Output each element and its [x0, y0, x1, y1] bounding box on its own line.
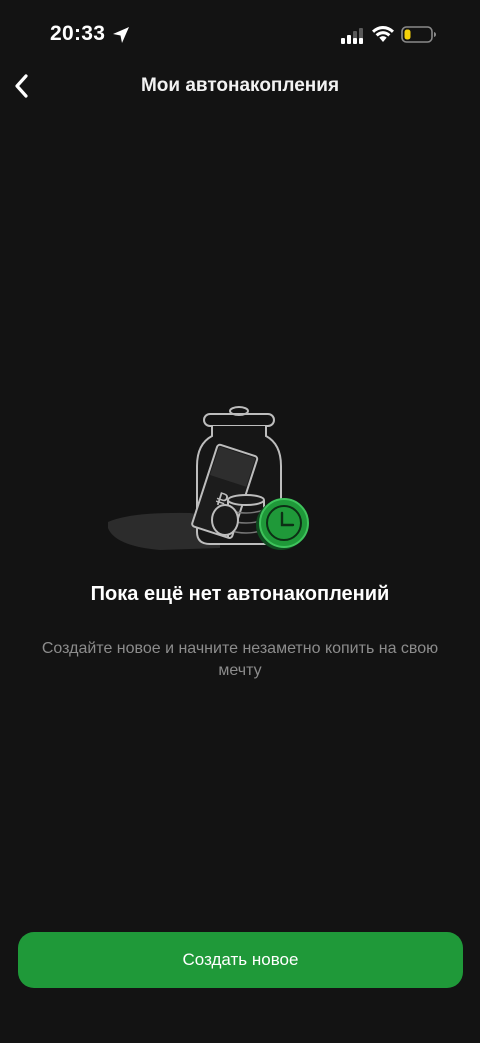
page-title: Мои автонакопления [140, 75, 340, 96]
cellular-signal-icon [341, 28, 363, 44]
create-new-button-label: Создать новое [182, 950, 299, 969]
empty-state-subtitle: Создайте новое и начните незаметно копит… [41, 640, 439, 679]
create-new-button[interactable]: Создать новое [18, 932, 463, 988]
battery-low-icon [401, 26, 436, 43]
nav-bar: Мои автонакопления [0, 60, 480, 112]
wifi-icon [372, 26, 394, 42]
status-time: 20:33 [50, 22, 106, 45]
empty-state-title: Пока ещё нет автонакоплений [90, 583, 390, 605]
savings-jar-illustration: ₽ [108, 406, 309, 550]
location-arrow-icon [113, 27, 129, 43]
